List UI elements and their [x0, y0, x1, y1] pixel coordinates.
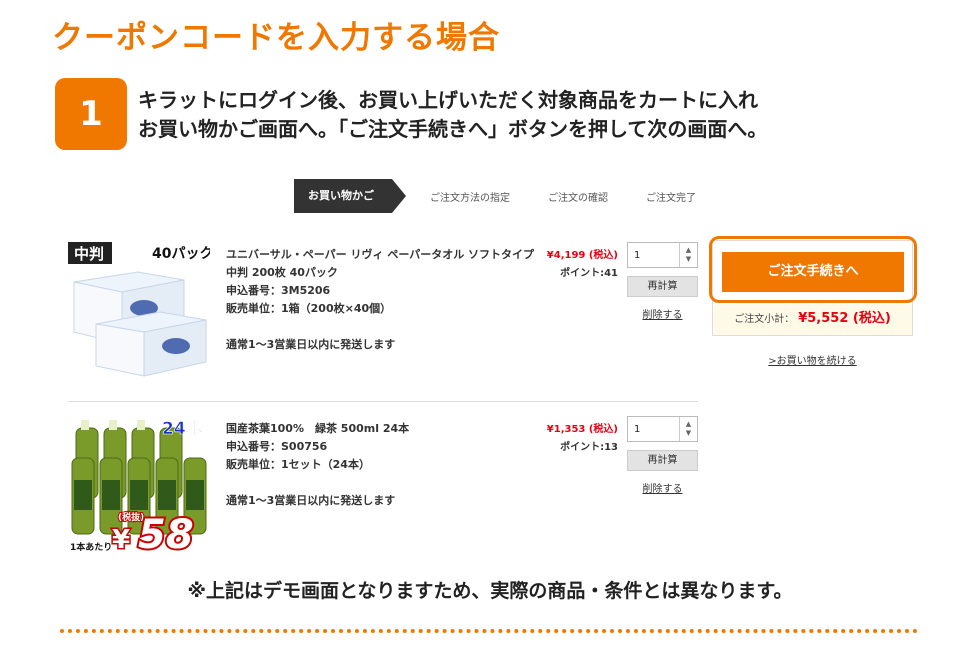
quantity-value: 1: [634, 423, 641, 435]
item-price-block: ¥1,353 (税込) ポイント:13: [526, 420, 618, 453]
order-subtotal: ご注文小計： ¥5,552 (税込): [713, 307, 912, 326]
dotted-divider: [60, 629, 918, 633]
spin-down-icon[interactable]: ▼: [686, 429, 691, 438]
pack-text: 40パック: [152, 246, 210, 262]
step-line-1: キラットにログイン後、お買い上げいただく対象商品をカートに入れ: [138, 88, 758, 112]
progress-step-cart: お買い物かご: [294, 179, 406, 213]
item-name: ユニバーサル・ペーパー リヴィ ペーパータオル ソフトタイプ 中判 200枚 4…: [226, 248, 535, 279]
step-number-badge: 1: [55, 78, 127, 150]
progress-step-complete: ご注文完了: [646, 192, 696, 204]
subtotal-value: ¥5,552 (税込): [798, 311, 891, 326]
price-yen-symbol: ¥: [112, 525, 130, 555]
spin-up-icon[interactable]: ▲: [686, 246, 691, 255]
delete-link[interactable]: 削除する: [627, 306, 698, 321]
item-code: 申込番号：S00756: [226, 440, 328, 453]
recalculate-button[interactable]: 再計算: [627, 450, 698, 471]
item-code: 申込番号：3M5206: [226, 284, 331, 297]
item-price: ¥4,199 (税込): [546, 250, 618, 261]
item-unit: 販売単位：1セット（24本）: [226, 458, 370, 471]
spin-down-icon[interactable]: ▼: [686, 255, 691, 264]
quantity-input[interactable]: 1 ▲ ▼: [627, 416, 698, 442]
quantity-input[interactable]: 1 ▲ ▼: [627, 242, 698, 268]
page-title: クーポンコードを入力する場合: [52, 20, 500, 56]
recalculate-button[interactable]: 再計算: [627, 276, 698, 297]
count-text: 24本: [162, 418, 203, 439]
spin-up-icon[interactable]: ▲: [686, 420, 691, 429]
item-price-block: ¥4,199 (税込) ポイント:41: [526, 246, 618, 279]
step-instructions: キラットにログイン後、お買い上げいただく対象商品をカートに入れ お買い物かご画面…: [138, 86, 767, 144]
cart-item: 中判 40パック ユニバーサル・ペーパー リヴィ ペーパータオル ソフトタイプ …: [68, 236, 698, 402]
badge-text: 中判: [74, 245, 104, 263]
item-name: 国産茶葉100% 緑茶 500ml 24本: [226, 422, 410, 435]
item-points: ポイント:13: [560, 442, 618, 453]
item-shipping: 通常1～3営業日以内に発送します: [226, 338, 396, 351]
progress-step-method: ご注文方法の指定: [430, 192, 510, 204]
item-info: ユニバーサル・ペーパー リヴィ ペーパータオル ソフトタイプ 中判 200枚 4…: [226, 246, 536, 354]
delete-link[interactable]: 削除する: [627, 480, 698, 495]
progress-step-confirm: ご注文の確認: [548, 192, 608, 204]
per-unit-label: 1本あたり: [70, 541, 112, 553]
highlight-frame: [709, 236, 917, 303]
step-line-2: お買い物かご画面へ。「ご注文手続きへ」ボタンを押して次の画面へ。: [138, 117, 768, 141]
cart-item: 24本 (税抜) 1本あたり ¥ 58 国産茶葉100% 緑茶 500ml 24…: [68, 410, 698, 560]
checkout-progress: お買い物かご ご注文方法の指定 ご注文の確認 ご注文完了: [294, 179, 696, 213]
quantity-value: 1: [634, 249, 641, 261]
product-image-paper-towel: 中判 40パック: [68, 236, 210, 382]
price-big-number: 58: [138, 512, 194, 556]
quantity-spinner[interactable]: ▲ ▼: [679, 243, 697, 267]
item-unit: 販売単位：1箱（200枚×40個）: [226, 302, 392, 315]
continue-shopping-link[interactable]: >お買い物を続ける: [712, 352, 913, 367]
item-info: 国産茶葉100% 緑茶 500ml 24本 申込番号：S00756 販売単位：1…: [226, 420, 536, 510]
product-image-green-tea: 24本 (税抜) 1本あたり ¥ 58: [68, 410, 210, 556]
item-price: ¥1,353 (税込): [546, 424, 618, 435]
subtotal-label: ご注文小計：: [734, 314, 795, 325]
demo-disclaimer: ※上記はデモ画面となりますため、実際の商品・条件とは異なります。: [187, 580, 793, 602]
item-points: ポイント:41: [560, 268, 618, 279]
quantity-spinner[interactable]: ▲ ▼: [679, 417, 697, 441]
item-shipping: 通常1～3営業日以内に発送します: [226, 494, 396, 507]
